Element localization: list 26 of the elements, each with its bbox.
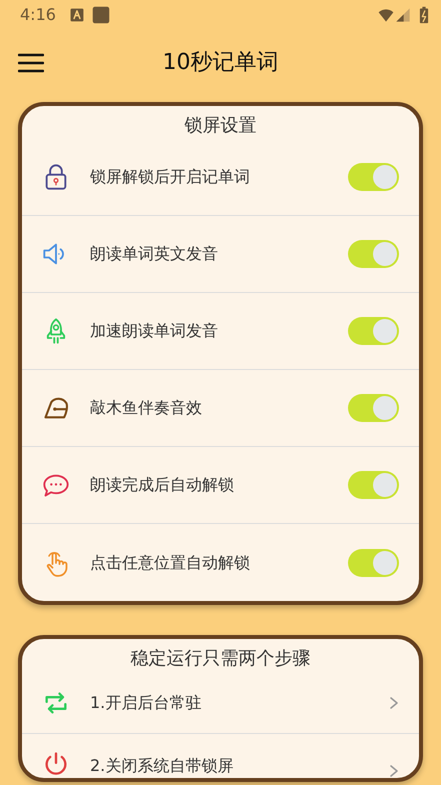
setting-label: 点击任意位置自动解锁 (90, 552, 251, 574)
app-title: 10秒记单词 (162, 49, 280, 77)
card-title: 锁屏设置 (184, 114, 256, 138)
setting-label: 锁屏解锁后开启记单词 (90, 166, 251, 188)
signal-icon (395, 7, 411, 23)
app-notification-icon (92, 6, 110, 24)
setting-label: 朗读单词英文发音 (90, 243, 219, 265)
toggle-switch[interactable] (348, 163, 399, 191)
status-time: 4:16 (20, 4, 56, 26)
setting-label: 朗读完成后自动解锁 (90, 474, 235, 496)
battery-icon (419, 6, 429, 24)
step-label: 2.关闭系统自带锁屏 (90, 755, 234, 777)
card-title: 稳定运行只需两个步骤 (130, 647, 310, 671)
toggle-switch[interactable] (348, 471, 399, 499)
toggle-switch[interactable] (348, 548, 399, 576)
menu-icon (18, 52, 44, 74)
toggle-switch[interactable] (348, 240, 399, 268)
toggle-switch[interactable] (348, 394, 399, 422)
toggle-switch[interactable] (348, 317, 399, 345)
step-label: 1.开启后台常驻 (90, 692, 202, 714)
step-item[interactable]: 1.开启后台常驻 (22, 672, 419, 734)
setting-label: 敲木鱼伴奏音效 (90, 397, 203, 419)
step-item[interactable]: 2.关闭系统自带锁屏 (22, 734, 419, 778)
chevron-icon (389, 764, 399, 778)
chevron-icon (389, 696, 399, 710)
setting-label: 加速朗读单词发音 (90, 320, 219, 342)
